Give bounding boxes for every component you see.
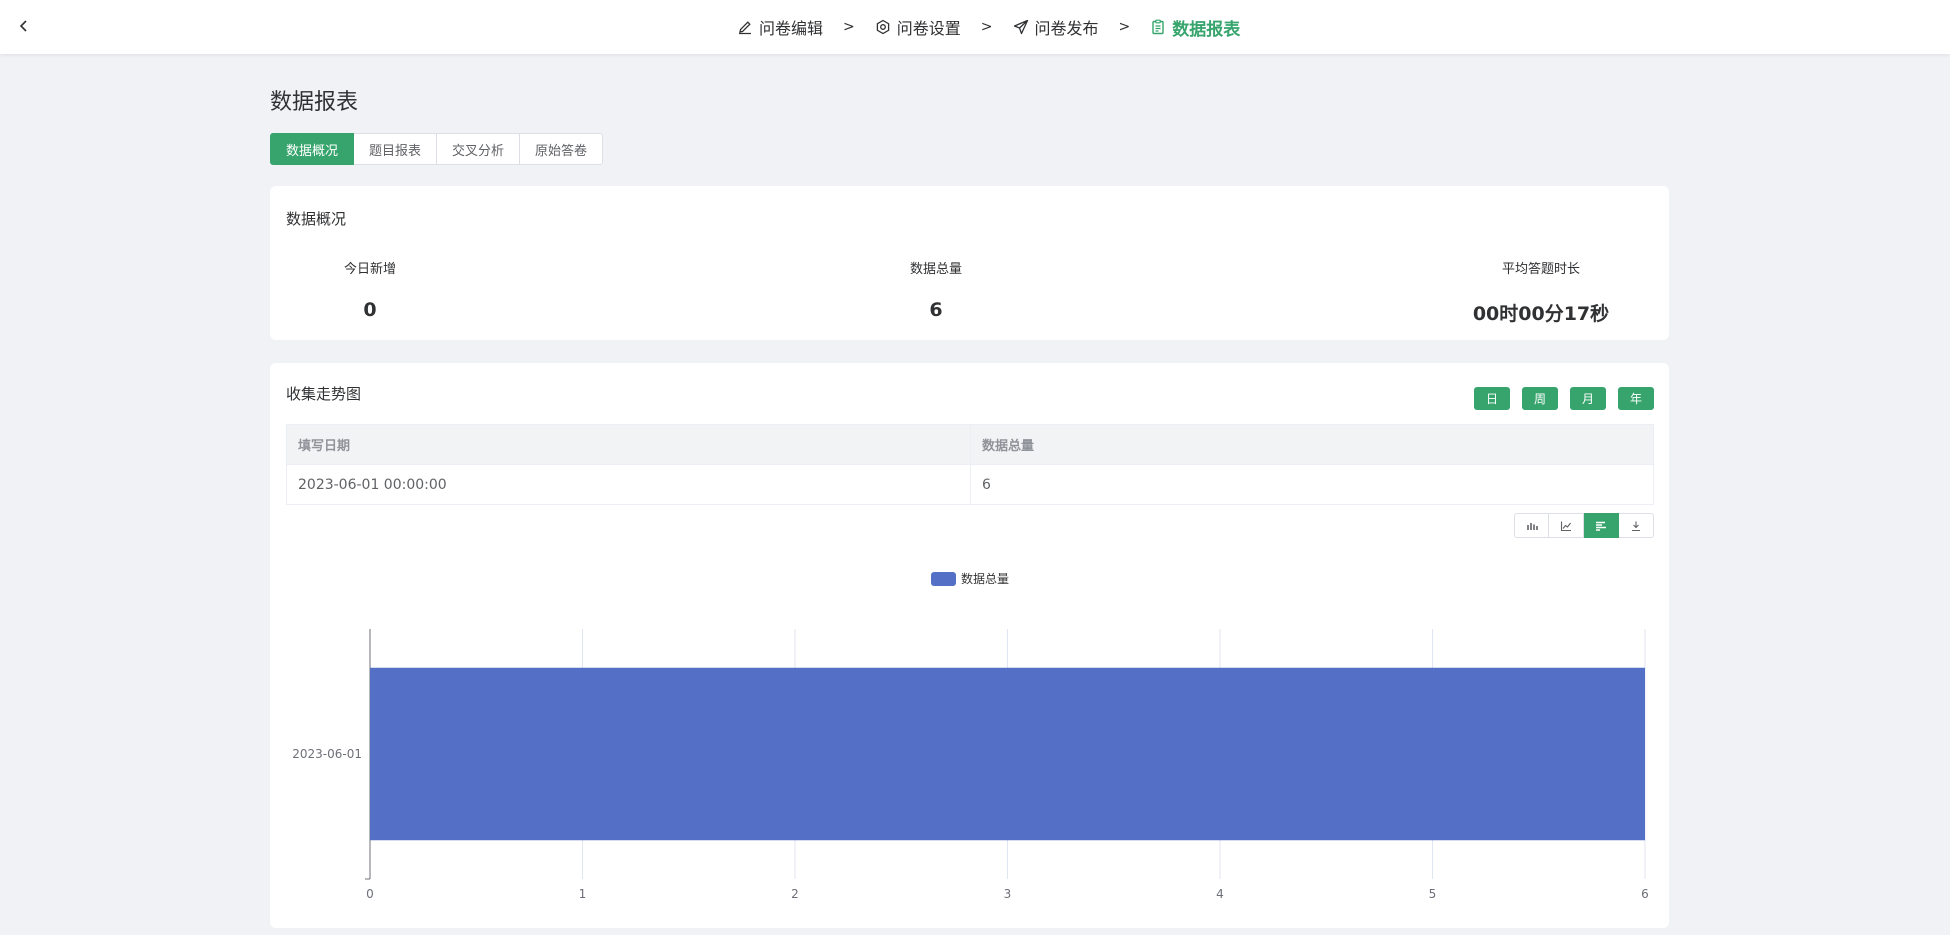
x-tick-label: 4: [1216, 887, 1224, 901]
x-tick-label: 6: [1641, 887, 1649, 901]
clipboard-icon: [1152, 19, 1164, 35]
tab-raw-answers[interactable]: 原始答卷: [520, 133, 604, 165]
step-edit[interactable]: 问卷编辑: [737, 15, 823, 39]
stat-value: 00时00分17秒: [1472, 303, 1610, 325]
x-tick-label: 5: [1429, 887, 1437, 901]
step-publish-label: 问卷发布: [1034, 19, 1099, 38]
x-tick-label: 2: [791, 887, 799, 901]
legend-swatch: [931, 572, 956, 586]
stat-today-new: 今日新增 0: [270, 258, 470, 321]
send-icon: [1013, 19, 1028, 35]
tab-data-overview[interactable]: 数据概况: [270, 133, 355, 165]
chevron-left-icon: [19, 20, 27, 32]
step-settings[interactable]: 问卷设置: [875, 15, 961, 39]
step-publish[interactable]: 问卷发布: [1013, 15, 1099, 39]
trend-bar-chart: 数据总量 0 1 2 3 4 5 6 2023-06-01: [292, 571, 1649, 901]
stat-label: 今日新增: [343, 262, 396, 277]
stat-value: 6: [929, 299, 943, 321]
stat-total: 数据总量 6: [836, 258, 1036, 321]
legend-label: 数据总量: [961, 571, 1009, 586]
back-button[interactable]: [12, 14, 36, 38]
bar: [370, 667, 1645, 841]
x-tick-label: 0: [366, 887, 374, 901]
step-separator: >: [980, 19, 993, 35]
stat-label: 数据总量: [909, 262, 962, 277]
step-edit-label: 问卷编辑: [759, 19, 824, 38]
stat-avg-duration: 平均答题时长 00时00分17秒: [1441, 258, 1641, 326]
step-settings-label: 问卷设置: [896, 19, 961, 38]
y-tick-label: 2023-06-01: [292, 747, 362, 761]
step-separator: >: [843, 19, 855, 35]
report-tabs: 数据概况 题目报表 交叉分析 原始答卷: [270, 133, 604, 165]
tab-question-report[interactable]: 题目报表: [354, 133, 438, 165]
stat-label: 平均答题时长: [1501, 262, 1580, 277]
page-title: 数据报表: [270, 90, 359, 115]
edit-icon: [739, 21, 751, 35]
x-tick-label: 1: [579, 887, 587, 901]
trend-card: 收集走势图 日 周 月 年 填写日期 数据总量 2023-06-01 00:00…: [270, 363, 1669, 928]
overview-card: 数据概况 今日新增 0 数据总量 6 平均答题时长 00时00分17秒: [270, 186, 1669, 340]
step-report-label: 数据报表: [1172, 19, 1241, 40]
x-tick-label: 3: [1004, 887, 1012, 901]
step-separator: >: [1118, 19, 1131, 35]
step-navigation: 问卷编辑 > 问卷设置 > 问卷发布 > 数据报表: [737, 0, 1240, 54]
tab-cross-analysis[interactable]: 交叉分析: [437, 133, 521, 165]
stat-value: 0: [363, 299, 377, 321]
overview-title: 数据概况: [286, 210, 347, 228]
step-report[interactable]: 数据报表: [1150, 15, 1240, 40]
top-bar: 问卷编辑 > 问卷设置 > 问卷发布 > 数据报表: [0, 0, 1950, 54]
gear-icon: [876, 19, 889, 35]
chart-legend: 数据总量: [931, 571, 1009, 586]
